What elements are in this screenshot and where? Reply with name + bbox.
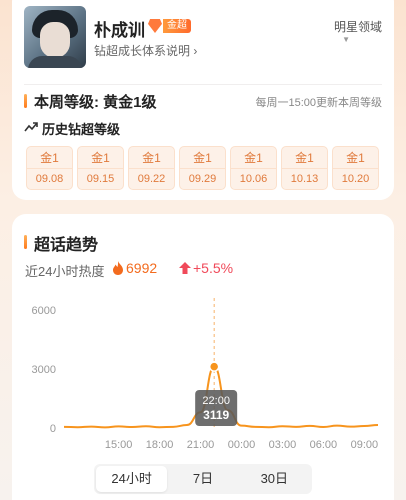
heat-line-chart[interactable]: 0 3000 6000 15:00 18:00 21:00 00:00 03:00 06:00 0… xyxy=(12,298,394,458)
tooltip-time: 22:00 xyxy=(202,395,230,407)
history-week-item: 金1 09.08 xyxy=(26,146,73,190)
range-tab-24h[interactable]: 24小时 xyxy=(96,466,168,492)
topic-trend-card: 超话趋势 近24小时热度 6992 +5.5% 0 3000 6000 15:00 18… xyxy=(12,214,394,500)
weekly-update-note: 每周一15:00更新本周等级 xyxy=(255,97,382,109)
x-tick-label: 15:00 xyxy=(105,439,133,451)
trend-line-icon xyxy=(24,122,38,132)
history-week-item: 金1 10.13 xyxy=(281,146,328,190)
gold-badge: 金超 xyxy=(148,18,191,34)
weekly-level-title: 本周等级: 黄金1级 xyxy=(34,94,157,111)
range-tab-30d[interactable]: 30日 xyxy=(239,466,310,492)
avatar[interactable] xyxy=(24,6,86,68)
trend-title: 超话趋势 xyxy=(34,237,99,254)
time-range-selector: 24小时 7日 30日 xyxy=(94,464,312,494)
heat-value: 6992 xyxy=(126,260,158,276)
peak-point xyxy=(208,361,220,372)
history-level-title: 历史钻超等级 xyxy=(42,122,121,137)
history-week-item: 金1 09.22 xyxy=(128,146,175,190)
up-arrow-icon xyxy=(179,262,191,274)
section-marker xyxy=(24,235,27,249)
chevron-right-icon: › xyxy=(193,44,198,58)
heat-change: +5.5% xyxy=(193,260,234,276)
x-tick-label: 06:00 xyxy=(310,439,338,451)
growth-system-link[interactable]: 钻超成长体系说明 › xyxy=(94,42,197,59)
tooltip-value: 3119 xyxy=(203,408,229,422)
history-week-item: 金1 09.15 xyxy=(77,146,124,190)
heat-label: 近24小时热度 xyxy=(25,264,105,279)
section-marker xyxy=(24,94,27,108)
chevron-down-icon[interactable]: ▼ xyxy=(342,35,350,44)
x-tick-label: 21:00 xyxy=(187,439,215,451)
history-week-list: 金1 09.08 金1 09.15 金1 09.22 金1 09.29 金1 1… xyxy=(26,146,379,190)
range-tab-7d[interactable]: 7日 xyxy=(167,466,238,492)
diamond-icon xyxy=(148,19,162,33)
y-tick-label: 0 xyxy=(50,423,56,435)
y-tick-label: 6000 xyxy=(32,305,56,317)
y-tick-label: 3000 xyxy=(32,364,56,376)
history-week-item: 金1 09.29 xyxy=(179,146,226,190)
history-week-item: 金1 10.20 xyxy=(332,146,379,190)
star-profile-card: 朴成训 金超 钻超成长体系说明 › 明星领域 ▼ 本周等级: 黄金1级 每周一1… xyxy=(12,0,394,200)
divider xyxy=(24,84,382,85)
x-tick-label: 00:00 xyxy=(228,439,256,451)
star-name: 朴成训 xyxy=(94,21,145,40)
star-domain-link[interactable]: 明星领域 xyxy=(334,18,382,35)
x-tick-label: 18:00 xyxy=(146,439,174,451)
x-tick-label: 09:00 xyxy=(351,439,379,451)
history-week-item: 金1 10.06 xyxy=(230,146,277,190)
fire-icon xyxy=(113,261,123,275)
x-tick-label: 03:00 xyxy=(269,439,297,451)
